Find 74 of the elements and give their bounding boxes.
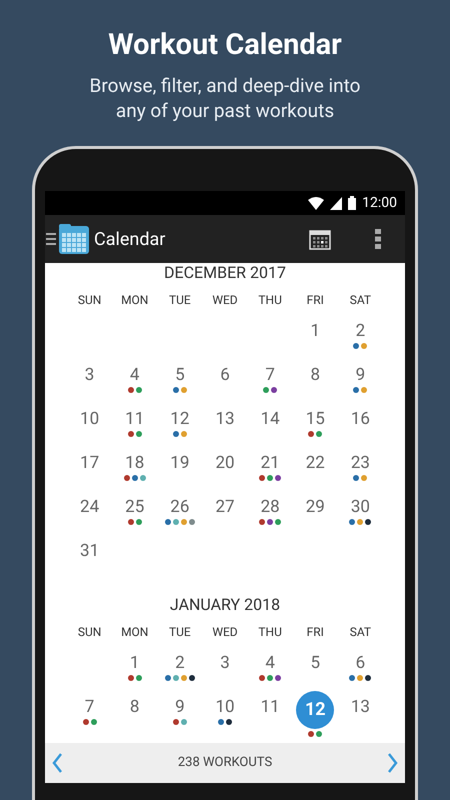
signal-icon — [330, 196, 342, 210]
status-time: 12:00 — [362, 194, 397, 212]
calendar-day[interactable]: 4 — [126, 365, 144, 385]
calendar-day[interactable]: 6 — [216, 365, 234, 385]
weekday-label: SAT — [350, 625, 372, 639]
calendar-day[interactable]: 2 — [352, 321, 370, 341]
month-title: DECEMBER 2017 — [164, 263, 286, 283]
calendar-day[interactable]: 26 — [166, 497, 194, 517]
calendar-day[interactable]: 31 — [76, 541, 104, 561]
calendar-day[interactable]: 16 — [346, 409, 374, 429]
weekday-label: MON — [121, 625, 148, 639]
calendar-day[interactable]: 13 — [346, 697, 374, 717]
weekday-label: FRI — [306, 293, 324, 307]
calendar-day[interactable]: 6 — [352, 653, 370, 673]
weekday-label: WED — [212, 293, 238, 307]
calendar-day[interactable]: 8 — [306, 365, 324, 385]
calendar-day[interactable]: 11 — [121, 409, 148, 429]
calendar-day[interactable]: 5 — [171, 365, 189, 385]
weekday-label: SUN — [78, 625, 102, 639]
menu-icon[interactable] — [46, 232, 56, 246]
calendar-day[interactable]: 11 — [256, 697, 284, 717]
weekday-label: TUE — [168, 625, 191, 639]
calendar-day[interactable]: 30 — [346, 497, 374, 517]
more-icon[interactable] — [375, 229, 381, 249]
calendar-day[interactable]: 3 — [80, 365, 98, 385]
calendar-day[interactable]: 25 — [121, 497, 148, 517]
calendar-day[interactable]: 3 — [216, 653, 234, 673]
weekday-label: FRI — [306, 625, 324, 639]
calendar-day[interactable]: 21 — [256, 453, 284, 473]
workout-count: 238 WORKOUTS — [178, 754, 272, 772]
calendar-day[interactable]: 24 — [76, 497, 104, 517]
app-bar-title: Calendar — [94, 228, 166, 252]
calendar-day[interactable]: 12 — [166, 409, 194, 429]
calendar-day[interactable]: 19 — [166, 453, 194, 473]
month-title: JANUARY 2018 — [170, 595, 280, 615]
calendar-day[interactable]: 9 — [171, 697, 189, 717]
weekday-label: TUE — [168, 293, 191, 307]
calendar-day[interactable]: 29 — [302, 497, 329, 517]
calendar-day[interactable]: 7 — [80, 697, 98, 717]
calendar-day[interactable]: 4 — [261, 653, 279, 673]
calendar-day[interactable]: 18 — [121, 453, 148, 473]
weekday-label: MON — [121, 293, 148, 307]
previous-icon[interactable] — [51, 752, 63, 774]
calendar-day[interactable]: 28 — [256, 497, 284, 517]
calendar-day[interactable]: 1 — [306, 321, 324, 341]
calendar-folder-icon — [59, 224, 89, 254]
calendar-day[interactable]: 27 — [211, 497, 239, 517]
battery-icon — [348, 196, 356, 210]
calendar-day[interactable]: 5 — [306, 653, 324, 673]
calendar-day[interactable]: 15 — [302, 409, 329, 429]
calendar-day[interactable]: 7 — [261, 365, 279, 385]
subheadline: Browse, filter, and deep-dive into any of your past workouts — [88, 73, 362, 123]
weekday-label: THU — [258, 625, 282, 639]
weekday-label: SAT — [350, 293, 372, 307]
headline: Workout Calendar — [108, 27, 342, 63]
weekday-label: THU — [258, 293, 282, 307]
calendar-day[interactable]: 22 — [302, 453, 329, 473]
calendar-day[interactable]: 17 — [76, 453, 104, 473]
weekday-label: WED — [212, 625, 238, 639]
calendar-day[interactable]: 9 — [352, 365, 370, 385]
calendar-day[interactable]: 10 — [211, 697, 239, 717]
calendar-day[interactable]: 13 — [211, 409, 239, 429]
calendar-icon[interactable] — [309, 228, 331, 250]
next-icon[interactable] — [387, 752, 399, 774]
calendar-day[interactable]: 12 — [296, 691, 334, 729]
calendar-day[interactable]: 23 — [346, 453, 374, 473]
calendar-day[interactable]: 8 — [126, 697, 144, 717]
calendar-day[interactable]: 1 — [126, 653, 144, 673]
wifi-icon — [308, 196, 324, 210]
weekday-label: SUN — [78, 293, 102, 307]
calendar-day[interactable]: 2 — [171, 653, 189, 673]
calendar-day[interactable]: 20 — [211, 453, 239, 473]
calendar-day[interactable]: 10 — [76, 409, 104, 429]
calendar-day[interactable]: 14 — [256, 409, 284, 429]
